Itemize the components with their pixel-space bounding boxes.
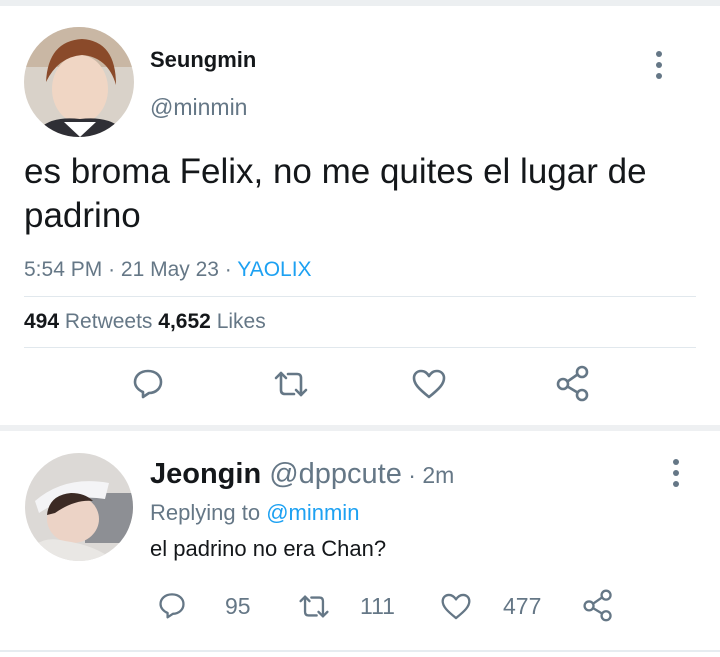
likes-label[interactable]: Likes bbox=[217, 310, 266, 333]
tweet-stats: 494 Retweets 4,652 Likes bbox=[24, 310, 266, 334]
bottom-divider bbox=[0, 650, 720, 652]
reply-author-name[interactable]: Jeongin bbox=[150, 458, 261, 490]
like-count: 477 bbox=[503, 593, 542, 619]
retweet-icon[interactable] bbox=[272, 368, 310, 400]
retweet-count: 111 bbox=[360, 593, 395, 619]
reply-time: 2m bbox=[422, 462, 455, 488]
top-border bbox=[0, 0, 720, 6]
meta-separator: · bbox=[224, 258, 238, 281]
reply-header: Jeongin @dppcute · 2m bbox=[150, 458, 454, 491]
share-icon[interactable] bbox=[554, 364, 592, 402]
replying-to-prefix: Replying to bbox=[150, 500, 261, 525]
divider bbox=[24, 296, 696, 297]
author-name[interactable]: Seungmin bbox=[150, 47, 256, 73]
tweet-date: 21 May 23 bbox=[120, 258, 219, 281]
tweet-meta: 5:54 PM · 21 May 23 · YAOLIX bbox=[24, 258, 312, 282]
reply-more-options-icon[interactable] bbox=[668, 456, 684, 496]
reply-share-icon[interactable] bbox=[581, 588, 615, 622]
reply-text: el padrino no era Chan? bbox=[150, 536, 387, 561]
reply-like-icon[interactable] bbox=[440, 592, 472, 621]
more-options-icon[interactable] bbox=[651, 48, 667, 88]
reply-count: 95 bbox=[225, 593, 251, 619]
section-divider bbox=[0, 425, 720, 431]
reply-author-handle[interactable]: @dppcute bbox=[269, 458, 402, 490]
tweet-text: es broma Felix, no me quites el lugar de… bbox=[24, 152, 647, 235]
meta-separator: · bbox=[108, 258, 121, 281]
like-icon[interactable] bbox=[411, 368, 447, 400]
avatar[interactable] bbox=[24, 27, 134, 137]
author-handle[interactable]: @minmin bbox=[150, 94, 247, 121]
reply-avatar[interactable] bbox=[25, 453, 133, 561]
replying-to-link[interactable]: @minmin bbox=[266, 500, 359, 525]
reply-retweet-icon[interactable] bbox=[297, 592, 331, 621]
tweet-time: 5:54 PM bbox=[24, 258, 103, 281]
reply-icon[interactable] bbox=[131, 366, 165, 400]
likes-count[interactable]: 4,652 bbox=[158, 310, 211, 333]
tweet-source[interactable]: YAOLIX bbox=[237, 258, 311, 281]
reply-reply-icon[interactable] bbox=[157, 590, 187, 620]
divider bbox=[24, 347, 696, 348]
replying-to: Replying to @minmin bbox=[150, 500, 359, 526]
reply-time-separator: · bbox=[401, 462, 423, 488]
retweets-count[interactable]: 494 bbox=[24, 310, 59, 333]
retweets-label[interactable]: Retweets bbox=[65, 310, 153, 333]
